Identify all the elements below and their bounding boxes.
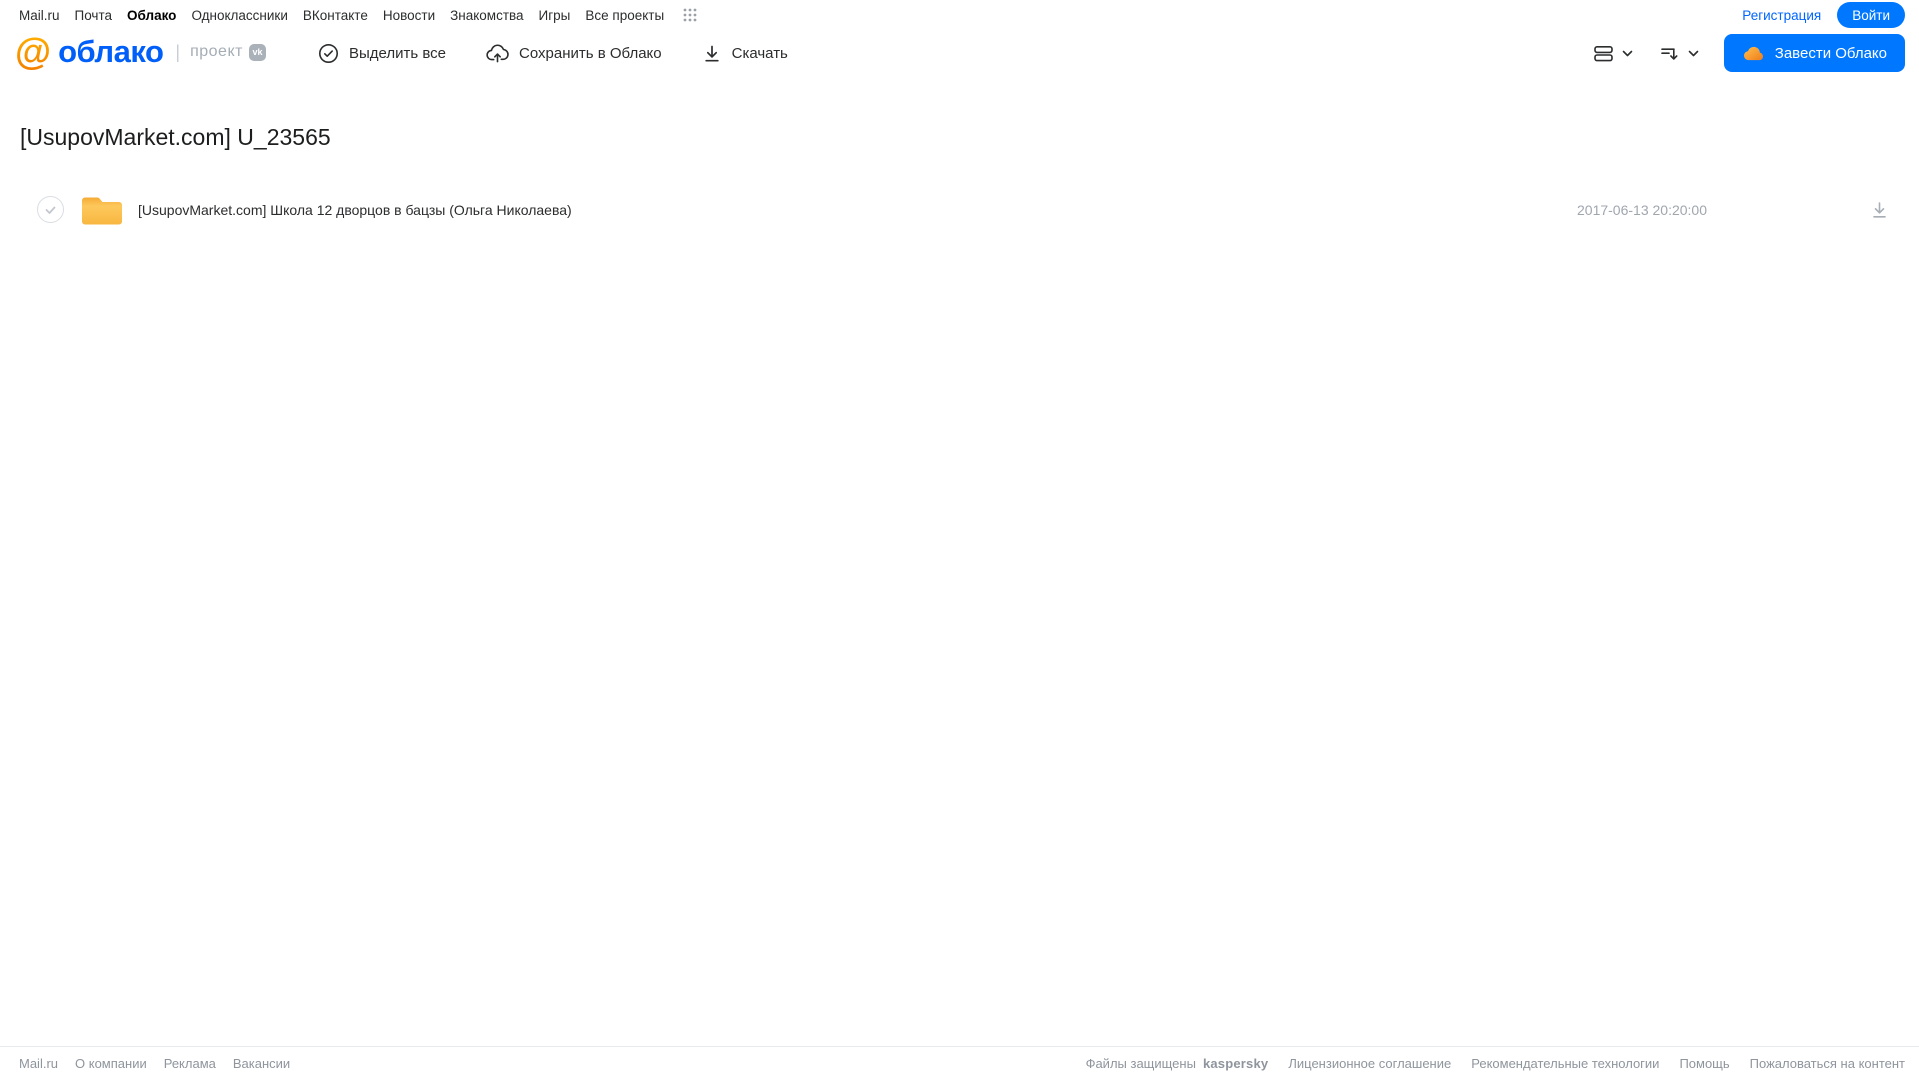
- topnav-link-znakomstva[interactable]: Знакомства: [450, 8, 523, 23]
- download-button[interactable]: Скачать: [702, 43, 788, 64]
- project-label: проект: [190, 43, 243, 60]
- protected-label: Файлы защищены: [1085, 1055, 1196, 1071]
- topnav-link-igry[interactable]: Игры: [539, 8, 571, 23]
- topnav-link-all-projects[interactable]: Все проекты: [585, 8, 664, 23]
- sort-selector[interactable]: [1658, 43, 1700, 64]
- cloud-public-page: Mail.ru Почта Облако Одноклассники ВКонт…: [0, 0, 1919, 1079]
- topnav-link-novosti[interactable]: Новости: [383, 8, 435, 23]
- footer-link-report-content[interactable]: Пожаловаться на контент: [1750, 1056, 1905, 1071]
- file-date: 2017-06-13 20:20:00: [1577, 202, 1707, 218]
- toolbar: Выделить все Сохранить в Облако Скачать: [318, 30, 788, 76]
- page-title: [UsupovMarket.com] U_23565: [20, 124, 331, 150]
- file-row[interactable]: [UsupovMarket.com] Школа 12 дворцов в ба…: [0, 192, 1919, 228]
- footer-link-ads[interactable]: Реклама: [164, 1056, 216, 1071]
- download-label: Скачать: [731, 44, 788, 62]
- vk-icon: vk: [248, 43, 266, 61]
- cloud-logo-text: облако: [58, 34, 164, 69]
- grid-icon[interactable]: [683, 8, 697, 22]
- kaspersky-logo[interactable]: kaspersky: [1203, 1056, 1268, 1071]
- footer: Mail.ru О компании Реклама Вакансии Файл…: [0, 1046, 1919, 1079]
- logo-divider: |: [175, 41, 181, 62]
- topnav-link-odnoklassniki[interactable]: Одноклассники: [191, 8, 287, 23]
- chevron-down-icon: [1688, 50, 1699, 56]
- footer-link-jobs[interactable]: Вакансии: [233, 1056, 290, 1071]
- cloud-upload-icon: [486, 43, 509, 62]
- cloud-logo[interactable]: @ облако | проект vk: [15, 32, 266, 72]
- create-cloud-label: Завести Облако: [1774, 44, 1887, 62]
- mailru-at-icon: @: [15, 31, 52, 72]
- cloud-header: @ облако | проект vk Выделить все Сохран…: [0, 30, 1919, 76]
- select-all-label: Выделить все: [349, 44, 447, 62]
- footer-link-recommend-tech[interactable]: Рекомендательные технологии: [1471, 1056, 1659, 1071]
- view-mode-icon: [1593, 45, 1613, 61]
- registration-link[interactable]: Регистрация: [1742, 8, 1821, 23]
- footer-link-license[interactable]: Лицензионное соглашение: [1288, 1056, 1451, 1071]
- header-right-controls: Завести Облако: [1592, 30, 1905, 76]
- auth-area: Регистрация Войти: [1742, 2, 1905, 28]
- login-button[interactable]: Войти: [1837, 2, 1905, 28]
- check-icon: [45, 206, 56, 214]
- chevron-down-icon: [1622, 50, 1633, 56]
- download-icon: [704, 45, 719, 62]
- portal-links: Mail.ru Почта Облако Одноклассники ВКонт…: [19, 8, 697, 23]
- row-checkbox[interactable]: [37, 196, 64, 223]
- view-mode-selector[interactable]: [1592, 43, 1634, 64]
- create-cloud-button[interactable]: Завести Облако: [1723, 34, 1905, 72]
- kaspersky-protection: Файлы защищены kaspersky: [1086, 1056, 1269, 1071]
- footer-link-about[interactable]: О компании: [75, 1056, 147, 1071]
- check-circle-icon: [319, 43, 338, 63]
- row-download-icon[interactable]: [1870, 200, 1889, 225]
- cloud-icon: [1743, 46, 1763, 61]
- save-to-cloud-button[interactable]: Сохранить в Облако: [486, 43, 662, 64]
- save-to-cloud-label: Сохранить в Облако: [519, 44, 662, 62]
- footer-link-help[interactable]: Помощь: [1679, 1056, 1729, 1071]
- topnav-link-oblako[interactable]: Облако: [127, 8, 176, 23]
- topnav-link-vkontakte[interactable]: ВКонтакте: [303, 8, 368, 23]
- footer-link-mailru[interactable]: Mail.ru: [19, 1056, 58, 1071]
- folder-icon: [80, 194, 124, 230]
- topnav-link-pochta[interactable]: Почта: [75, 8, 113, 23]
- footer-right-links: Файлы защищены kaspersky Лицензионное со…: [1086, 1056, 1905, 1071]
- footer-left-links: Mail.ru О компании Реклама Вакансии: [19, 1056, 290, 1071]
- select-all-button[interactable]: Выделить все: [318, 43, 446, 64]
- file-name-link[interactable]: [UsupovMarket.com] Школа 12 дворцов в ба…: [138, 202, 572, 218]
- topnav-link-mailru[interactable]: Mail.ru: [19, 8, 60, 23]
- portal-topnav: Mail.ru Почта Облако Одноклассники ВКонт…: [0, 0, 1919, 30]
- sort-icon: [1660, 47, 1678, 60]
